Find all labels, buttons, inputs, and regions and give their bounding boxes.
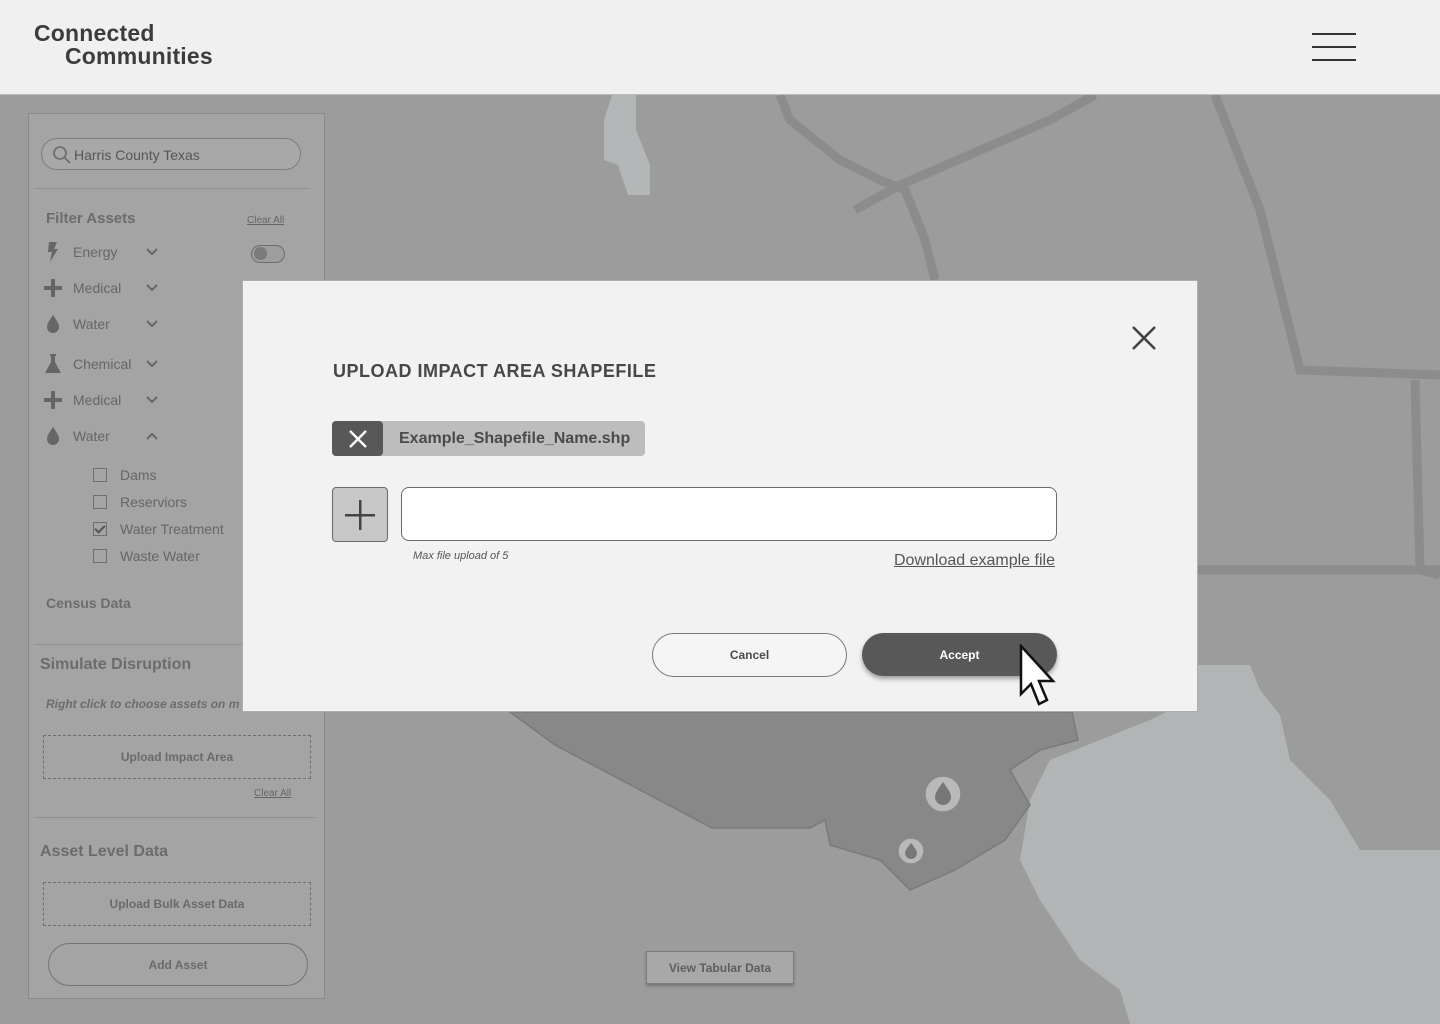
close-icon bbox=[348, 429, 367, 448]
remove-file-button[interactable] bbox=[332, 421, 383, 456]
plus-icon bbox=[43, 390, 63, 410]
checkbox[interactable] bbox=[93, 495, 107, 509]
checkbox-reservoirs[interactable]: Reserviors bbox=[93, 493, 187, 511]
download-example-link[interactable]: Download example file bbox=[894, 552, 1055, 570]
simulate-clear-all-link[interactable]: Clear All bbox=[254, 788, 291, 799]
upload-impact-area-button[interactable]: Upload Impact Area bbox=[43, 735, 311, 779]
app-header: Connected Communities bbox=[0, 0, 1440, 95]
checkbox-label: Water Treatment bbox=[120, 521, 224, 537]
hamburger-menu-icon[interactable] bbox=[1312, 33, 1356, 61]
upload-bulk-asset-button[interactable]: Upload Bulk Asset Data bbox=[43, 882, 311, 926]
plus-icon bbox=[345, 499, 375, 530]
category-water[interactable]: Water bbox=[43, 313, 173, 335]
census-data-title[interactable]: Census Data bbox=[46, 595, 131, 611]
chevron-down-icon[interactable] bbox=[145, 317, 159, 331]
filter-toggle[interactable] bbox=[251, 245, 285, 263]
category-label: Chemical bbox=[73, 356, 132, 372]
category-water-expanded[interactable]: Water bbox=[43, 425, 173, 447]
flask-icon bbox=[43, 354, 63, 374]
checkbox-checked[interactable] bbox=[93, 522, 107, 536]
search-input[interactable] bbox=[74, 145, 284, 165]
checkbox-water-treatment[interactable]: Water Treatment bbox=[93, 520, 224, 538]
mouse-pointer-icon bbox=[1019, 644, 1056, 706]
checkbox[interactable] bbox=[93, 549, 107, 563]
category-label: Medical bbox=[73, 280, 122, 296]
checkbox-label: Waste Water bbox=[120, 548, 200, 564]
checkbox-label: Dams bbox=[120, 467, 157, 483]
divider bbox=[35, 188, 309, 189]
search-icon bbox=[53, 146, 71, 164]
checkbox-dams[interactable]: Dams bbox=[93, 466, 157, 484]
lightning-icon bbox=[43, 242, 63, 262]
checkbox-label: Reserviors bbox=[120, 494, 187, 510]
asset-level-data-title: Asset Level Data bbox=[40, 843, 169, 860]
drop-icon bbox=[43, 426, 63, 446]
checkbox[interactable] bbox=[93, 468, 107, 482]
modal-title: UPLOAD IMPACT AREA SHAPEFILE bbox=[333, 361, 657, 381]
category-label: Energy bbox=[73, 244, 118, 260]
view-tabular-data-button[interactable]: View Tabular Data bbox=[646, 951, 794, 984]
plus-icon bbox=[43, 278, 63, 298]
simulate-hint: Right click to choose assets on m bbox=[46, 697, 240, 711]
chevron-down-icon[interactable] bbox=[145, 245, 159, 259]
category-label: Water bbox=[73, 428, 110, 444]
filter-assets-title: Filter Assets bbox=[46, 210, 136, 227]
logo-line-2: Communities bbox=[65, 43, 213, 69]
uploaded-file-chip: Example_Shapefile_Name.shp bbox=[332, 421, 645, 456]
cancel-button[interactable]: Cancel bbox=[652, 633, 847, 677]
category-medical-2[interactable]: Medical bbox=[43, 389, 173, 411]
divider bbox=[35, 817, 315, 818]
category-label: Water bbox=[73, 316, 110, 332]
add-asset-button[interactable]: Add Asset bbox=[48, 943, 308, 986]
add-file-button[interactable] bbox=[332, 487, 388, 542]
category-medical[interactable]: Medical bbox=[43, 277, 173, 299]
category-energy[interactable]: Energy bbox=[43, 241, 173, 263]
filter-clear-all-link[interactable]: Clear All bbox=[247, 215, 284, 226]
chevron-down-icon[interactable] bbox=[145, 281, 159, 295]
category-label: Medical bbox=[73, 392, 122, 408]
category-chemical[interactable]: Chemical bbox=[43, 353, 173, 375]
checkbox-waste-water[interactable]: Waste Water bbox=[93, 547, 200, 565]
search-box[interactable] bbox=[41, 138, 301, 170]
close-icon[interactable] bbox=[1131, 325, 1157, 351]
chevron-up-icon[interactable] bbox=[145, 429, 159, 443]
chevron-down-icon[interactable] bbox=[145, 393, 159, 407]
simulate-disruption-title: Simulate Disruption bbox=[40, 656, 192, 673]
logo[interactable]: Connected Communities bbox=[34, 22, 213, 68]
drop-icon bbox=[43, 314, 63, 334]
chevron-down-icon[interactable] bbox=[145, 357, 159, 371]
max-upload-hint: Max file upload of 5 bbox=[413, 550, 509, 562]
uploaded-file-name: Example_Shapefile_Name.shp bbox=[399, 429, 631, 447]
file-upload-field[interactable] bbox=[401, 487, 1057, 541]
